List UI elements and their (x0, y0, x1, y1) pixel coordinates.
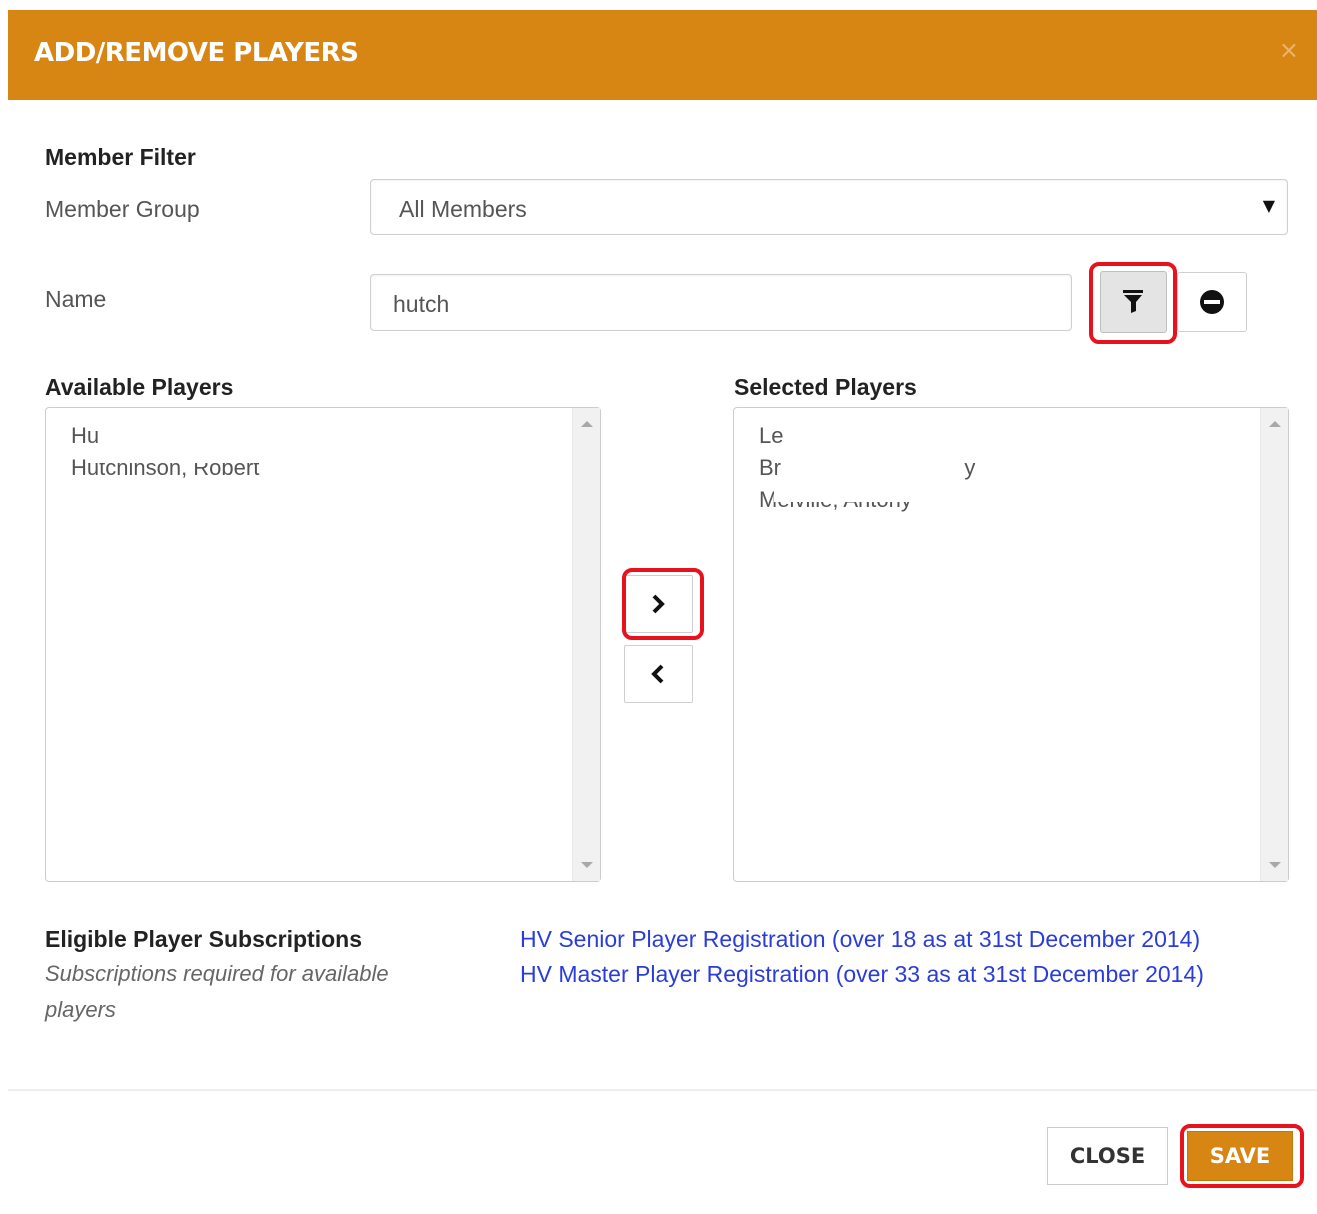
list-item[interactable]: Le (759, 420, 975, 452)
subscription-link-senior[interactable]: HV Senior Player Registration (over 18 a… (520, 926, 1200, 953)
clear-filter-button[interactable] (1177, 272, 1247, 332)
scroll-up-icon[interactable] (1269, 421, 1281, 427)
close-icon[interactable]: × (1279, 36, 1299, 64)
member-group-select[interactable]: All Members ▼ (370, 179, 1288, 235)
eligible-subscriptions-heading: Eligible Player Subscriptions (45, 926, 362, 952)
member-group-label: Member Group (45, 196, 200, 222)
list-item[interactable]: Br y (759, 452, 975, 484)
selected-players-list[interactable]: Le Br y Melville, Antony (733, 407, 1289, 882)
filter-highlight (1089, 262, 1177, 344)
subscription-link-master[interactable]: HV Master Player Registration (over 33 a… (520, 961, 1204, 988)
scroll-down-icon[interactable] (1269, 862, 1281, 868)
modal-title: ADD/REMOVE PLAYERS (34, 38, 359, 68)
name-input-value: hutch (393, 291, 450, 317)
scroll-up-icon[interactable] (581, 421, 593, 427)
redaction (98, 448, 288, 463)
scrollbar[interactable] (572, 408, 600, 881)
scroll-down-icon[interactable] (581, 862, 593, 868)
scrollbar[interactable] (1260, 408, 1288, 881)
close-button[interactable]: CLOSE (1047, 1127, 1168, 1185)
member-group-value: All Members (399, 196, 527, 222)
minus-circle-icon (1200, 290, 1224, 314)
name-label: Name (45, 286, 107, 312)
name-input[interactable]: hutch (370, 274, 1072, 331)
remove-player-button[interactable] (624, 645, 693, 703)
member-filter-heading: Member Filter (45, 144, 196, 170)
chevron-left-icon (651, 664, 664, 684)
redaction (774, 486, 964, 502)
available-players-list[interactable]: Hu Hutchinson, Robert (45, 407, 601, 882)
selected-players-heading: Selected Players (734, 374, 917, 400)
add-highlight (622, 568, 704, 640)
footer-divider (8, 1089, 1317, 1091)
save-highlight (1180, 1124, 1304, 1188)
available-players-heading: Available Players (45, 374, 234, 400)
subscriptions-note: Subscriptions required for available pla… (45, 961, 389, 1022)
modal-header: ADD/REMOVE PLAYERS × (8, 10, 1317, 100)
chevron-down-icon: ▼ (1262, 196, 1275, 215)
